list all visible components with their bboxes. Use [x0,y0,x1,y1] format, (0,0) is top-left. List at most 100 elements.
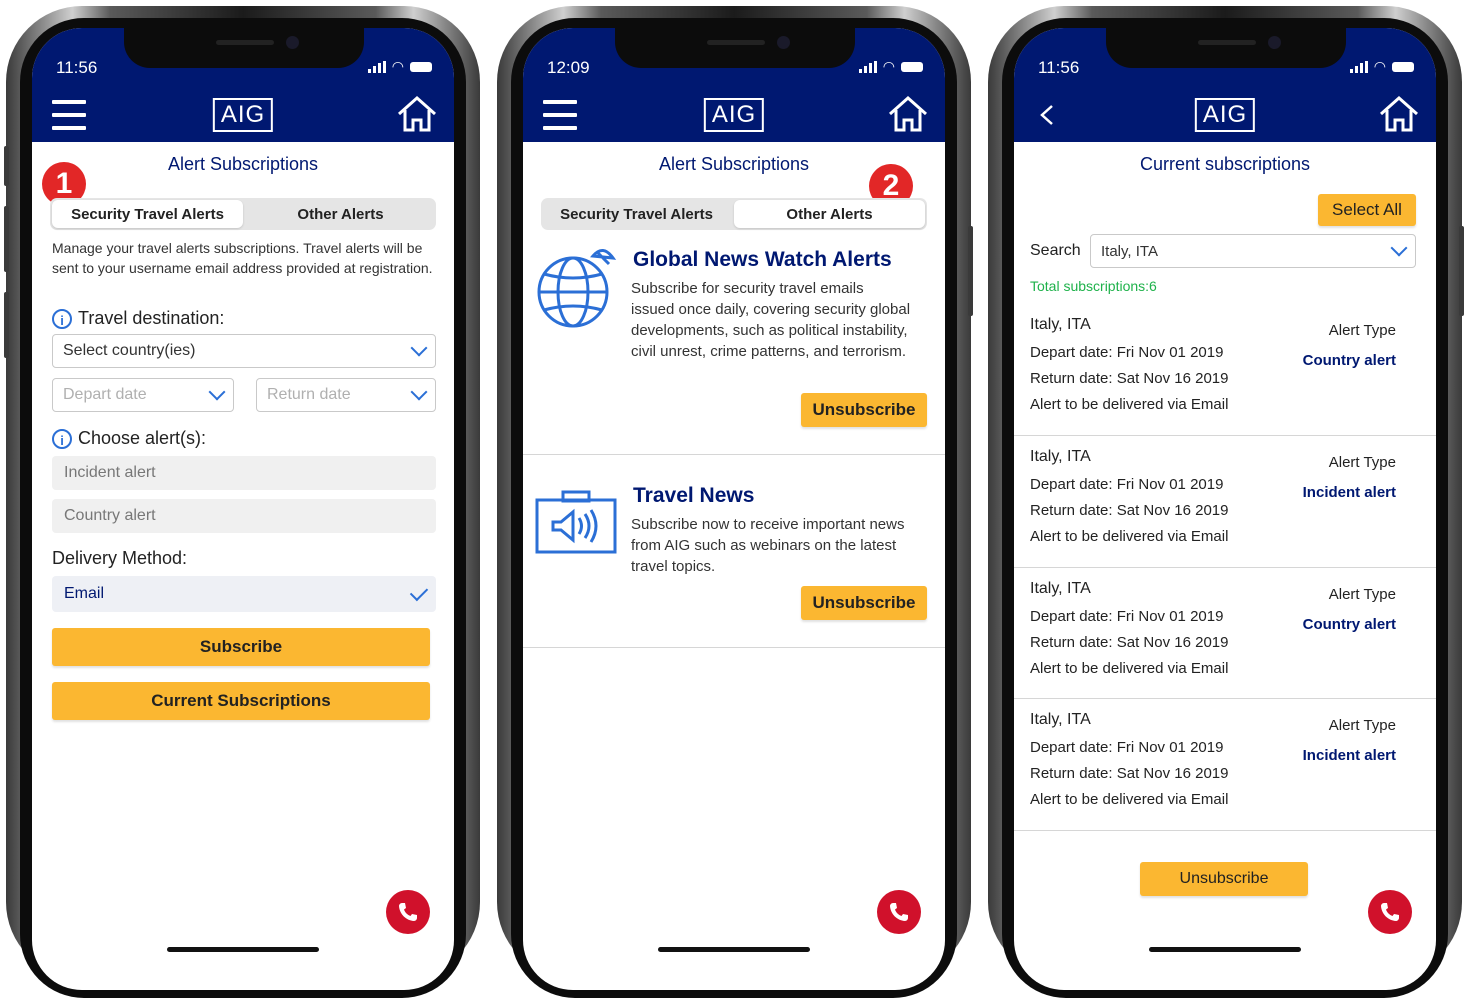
card-text: Subscribe now to receive important news … [631,516,905,575]
phone-3: 11:56 ◠ AIG Current subscriptions Select… [988,6,1464,998]
aig-logo: AIG [1194,98,1256,132]
status-time: 11:56 [1038,58,1080,77]
chevron-down-icon [410,339,428,357]
choose-alerts-label: i Choose alert(s): [52,428,206,449]
unsubscribe-button[interactable]: Unsubscribe [801,393,927,427]
item-return: Return date: Sat Nov 16 2019 [1030,634,1229,651]
aig-logo: AIG [212,98,274,132]
return-date-select[interactable]: Return date [256,378,436,412]
wifi-icon: ◠ [882,58,895,74]
card-title: Travel News [633,484,755,507]
status-icons: ◠ [858,58,923,75]
status-time: 11:56 [56,58,98,77]
item-return: Return date: Sat Nov 16 2019 [1030,370,1229,387]
home-indicator [658,947,810,952]
battery-icon [901,61,923,72]
country-alert-option[interactable]: Country alert [52,499,436,533]
subscription-item[interactable]: Italy, ITA Depart date: Fri Nov 01 2019 … [1014,304,1436,435]
subscription-item[interactable]: Italy, ITA Depart date: Fri Nov 01 2019 … [1014,568,1436,699]
side-button [1459,226,1464,316]
notch [615,28,855,68]
item-city: Italy, ITA [1030,448,1091,465]
back-icon[interactable] [1034,100,1062,130]
card-text: Subscribe for security travel emails iss… [631,280,911,360]
check-icon [409,582,429,602]
battery-icon [1392,61,1414,72]
tab-security-travel-alerts[interactable]: Security Travel Alerts [52,200,243,228]
battery-icon [410,61,432,72]
item-city: Italy, ITA [1030,711,1091,728]
page-title: Current subscriptions [1139,154,1311,174]
item-delivery: Alert to be delivered via Email [1030,396,1229,413]
status-icons: ◠ [367,58,432,75]
travel-destination-label: i Travel destination: [52,308,224,329]
total-subscriptions: Total subscriptions:6 [1030,278,1157,294]
subscription-item[interactable]: Italy, ITA Depart date: Fri Nov 01 2019 … [1014,699,1436,830]
tab-other-alerts[interactable]: Other Alerts [734,200,925,228]
delivery-method-label: Delivery Method: [52,548,188,568]
alert-type-value: Incident alert [1302,747,1396,764]
subscription-item[interactable]: Italy, ITA Depart date: Fri Nov 01 2019 … [1014,436,1436,567]
item-return: Return date: Sat Nov 16 2019 [1030,765,1229,782]
menu-icon[interactable] [543,100,577,130]
tab-security-travel-alerts[interactable]: Security Travel Alerts [541,198,732,230]
status-time: 12:09 [547,58,590,77]
divider [1014,830,1436,831]
chevron-down-icon [410,383,428,401]
megaphone-icon [535,490,617,554]
description-text: Manage your travel alerts subscriptions.… [52,240,433,276]
unsubscribe-button[interactable]: Unsubscribe [1140,862,1308,896]
item-city: Italy, ITA [1030,316,1091,333]
home-icon[interactable] [887,94,929,134]
menu-icon[interactable] [52,100,86,130]
item-delivery: Alert to be delivered via Email [1030,528,1229,545]
notch [1106,28,1346,68]
home-indicator [1149,947,1301,952]
info-icon[interactable]: i [52,308,72,329]
search-label: Search [1030,242,1081,259]
alert-type-value: Country alert [1302,616,1396,633]
divider [523,454,945,455]
page-title: Alert Subscriptions [167,154,319,174]
wifi-icon: ◠ [1373,58,1386,74]
screen-other-alerts: 12:09 ◠ AIG Alert Subscriptions 2 Securi… [523,28,945,990]
alert-type-label: Alert Type [1328,454,1396,471]
side-button [4,292,9,358]
side-button [968,226,973,316]
screen-alert-subscriptions: 11:56 ◠ AIG Alert Subscriptions 1 Securi… [32,28,454,990]
item-city: Italy, ITA [1030,580,1091,597]
signal-icon [367,60,386,73]
current-subscriptions-button[interactable]: Current Subscriptions [52,682,430,720]
subscribe-button[interactable]: Subscribe [52,628,430,666]
alert-type-value: Incident alert [1302,484,1396,501]
item-depart: Depart date: Fri Nov 01 2019 [1030,608,1224,625]
wifi-icon: ◠ [391,58,404,74]
select-all-button[interactable]: Select All [1318,194,1416,226]
email-option[interactable]: Email [52,576,436,612]
call-button[interactable] [877,890,921,934]
item-depart: Depart date: Fri Nov 01 2019 [1030,739,1224,756]
card-title: Global News Watch Alerts [633,248,892,271]
page-content: Alert Subscriptions 1 Security Travel Al… [32,142,454,720]
signal-icon [858,60,877,73]
tab-other-alerts[interactable]: Other Alerts [245,198,436,230]
info-icon[interactable]: i [52,428,72,449]
home-indicator [167,947,319,952]
side-button [4,206,9,272]
call-button[interactable] [386,890,430,934]
alert-type-value: Country alert [1302,352,1396,369]
home-icon[interactable] [1378,94,1420,134]
search-select[interactable]: Italy, ITA [1090,234,1416,268]
alert-type-label: Alert Type [1328,586,1396,603]
home-icon[interactable] [396,94,438,134]
country-select[interactable]: Select country(ies) [52,334,436,368]
unsubscribe-button[interactable]: Unsubscribe [801,586,927,620]
chevron-down-icon [1390,239,1408,257]
item-return: Return date: Sat Nov 16 2019 [1030,502,1229,519]
call-button[interactable] [1368,890,1412,934]
incident-alert-option[interactable]: Incident alert [52,456,436,490]
signal-icon [1349,60,1368,73]
page-content: Current subscriptions Select All Search … [1014,142,1436,896]
depart-date-select[interactable]: Depart date [52,378,234,412]
item-delivery: Alert to be delivered via Email [1030,660,1229,677]
